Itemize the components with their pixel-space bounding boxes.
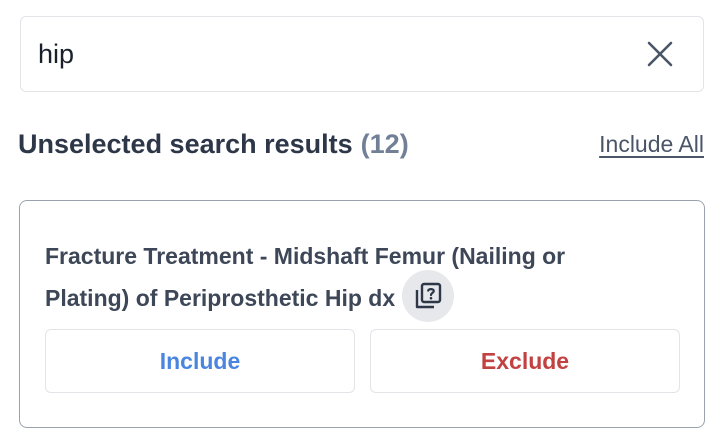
close-icon xyxy=(647,41,673,67)
include-button[interactable]: Include xyxy=(45,329,355,393)
copy-question-icon xyxy=(415,282,441,309)
result-card: Fracture Treatment - Midshaft Femur (Nai… xyxy=(19,200,705,428)
exclude-button[interactable]: Exclude xyxy=(370,329,680,393)
results-header: Unselected search results (12) Include Al… xyxy=(18,126,706,162)
search-input[interactable] xyxy=(21,17,633,91)
include-all-link[interactable]: Include All xyxy=(599,131,704,158)
results-count: (12) xyxy=(360,128,409,159)
results-heading: Unselected search results (12) xyxy=(18,129,409,160)
results-heading-label: Unselected search results xyxy=(18,128,353,159)
search-results-panel: Unselected search results(12) Include Al… xyxy=(0,0,724,442)
clear-search-button[interactable] xyxy=(633,27,687,81)
result-title: Fracture Treatment - Midshaft Femur (Nai… xyxy=(45,235,655,322)
copy-info-button[interactable] xyxy=(401,269,454,322)
search-box xyxy=(20,16,704,92)
result-title-text: Fracture Treatment - Midshaft Femur (Nai… xyxy=(45,243,566,311)
